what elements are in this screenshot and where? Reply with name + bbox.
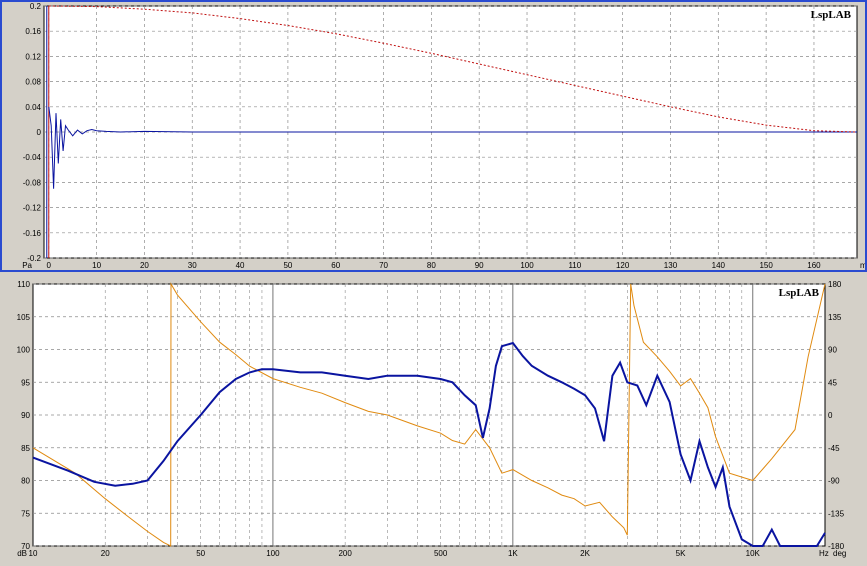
x-tick-label: 120	[616, 261, 630, 270]
y-tick-label: 0	[37, 128, 42, 137]
frequency-response-chart[interactable]: 10 20 50 100 200 500 1K 2K 5K 10K1101051009590858…	[0, 274, 867, 566]
x-tick-label: 160	[807, 261, 821, 270]
x-unit-label: ms	[860, 261, 865, 270]
x-tick-label: 80	[427, 261, 436, 270]
y-left-tick-label: 100	[17, 346, 31, 355]
y-left-tick-label: 75	[21, 509, 30, 518]
x-tick-label: 20	[140, 261, 149, 270]
x-tick-label: 140	[712, 261, 726, 270]
lsplab-logo: LspLAB	[811, 9, 852, 21]
y-right-tick-label: -135	[828, 509, 845, 518]
lsplab-logo: LspLAB	[779, 287, 820, 299]
y-tick-label: 0.16	[25, 27, 41, 36]
y-tick-label: 0.08	[25, 78, 41, 87]
x-tick-label: 110	[568, 261, 581, 270]
x-tick-label: 20	[101, 549, 110, 558]
y-left-tick-label: 80	[21, 477, 30, 486]
y-right-tick-label: 180	[828, 280, 842, 289]
x-unit-label: Hz	[819, 549, 829, 558]
y-right-tick-label: 0	[828, 411, 833, 420]
x-tick-label: 5K	[676, 549, 686, 558]
x-tick-label: 70	[379, 261, 388, 270]
x-tick-label: 150	[759, 261, 773, 270]
x-tick-label: 2K	[580, 549, 590, 558]
y-left-tick-label: 90	[21, 411, 30, 420]
y-left-tick-label: 105	[17, 313, 31, 322]
x-tick-label: 0	[47, 261, 52, 270]
x-tick-label: 30	[188, 261, 197, 270]
y-tick-label: 0.12	[25, 52, 41, 61]
y-right-tick-label: -90	[828, 477, 840, 486]
x-tick-label: 130	[664, 261, 678, 270]
x-tick-label: 90	[475, 261, 484, 270]
y-left-unit-label: dB	[17, 549, 27, 558]
x-tick-label: 500	[434, 549, 448, 558]
frequency-response-panel: 10 20 50 100 200 500 1K 2K 5K 10K 110 105 100 95 90 85 8…	[0, 274, 867, 566]
x-tick-label: 50	[283, 261, 292, 270]
x-tick-label: 1K	[508, 549, 518, 558]
y-tick-label: -0.16	[23, 229, 42, 238]
y-left-tick-label: 95	[21, 378, 30, 387]
y-unit-label: Pa	[22, 261, 32, 270]
y-left-tick-label: 85	[21, 444, 30, 453]
y-right-tick-label: 45	[828, 378, 837, 387]
impulse-response-chart[interactable]: 0 10 20 30 40 50 60 70 80 90 100 110 120 130 140 150 160…	[2, 2, 865, 270]
y-right-tick-label: 90	[828, 346, 837, 355]
x-tick-label: 100	[520, 261, 534, 270]
y-tick-label: 0.2	[30, 2, 42, 11]
x-tick-label: 10	[92, 261, 101, 270]
x-tick-label: 40	[236, 261, 245, 270]
x-tick-label: 100	[266, 549, 280, 558]
y-tick-label: -0.12	[23, 204, 42, 213]
x-tick-label: 200	[338, 549, 352, 558]
x-tick-label: 10K	[746, 549, 761, 558]
y-right-unit-label: deg	[833, 549, 846, 558]
y-left-tick-label: 110	[17, 280, 30, 289]
y-tick-label: -0.04	[23, 153, 42, 162]
x-tick-label: 50	[196, 549, 205, 558]
y-right-tick-label: 135	[828, 313, 842, 322]
y-tick-label: -0.08	[23, 178, 42, 187]
impulse-response-panel: 0 10 20 30 40 50 60 70 80 90 100 110 120 130 140 150 160…	[0, 0, 867, 272]
y-tick-label: 0.04	[25, 103, 41, 112]
y-right-tick-label: -45	[828, 444, 840, 453]
x-tick-label: 60	[331, 261, 340, 270]
